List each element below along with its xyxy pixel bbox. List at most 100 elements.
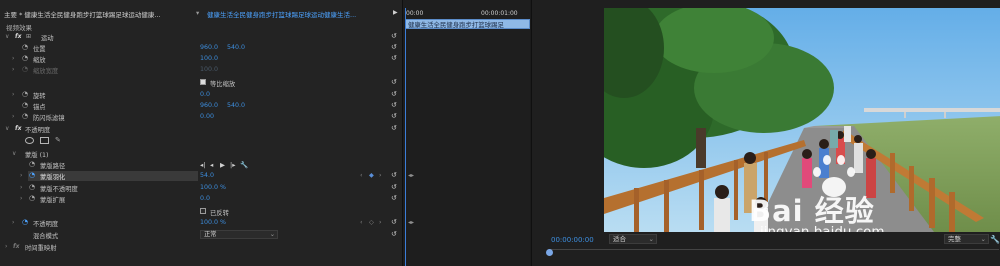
param-scale-row[interactable]: › ◔ 缩放 100.0 ↺ (0, 54, 403, 64)
param-opacity-row[interactable]: › ◔ 不透明度 100.0 % ‹ ◇ › ↺ (0, 218, 403, 228)
add-keyframe-icon[interactable]: ◆ (369, 172, 374, 179)
next-keyframe-icon[interactable]: › (379, 219, 382, 226)
chevron-down-icon[interactable]: ∨ (12, 150, 16, 157)
param-anti-flicker-row[interactable]: › ◔ 防闪烁滤镜 0.00 ↺ (0, 112, 403, 122)
param-rotation-row[interactable]: › ◔ 旋转 0.0 ↺ (0, 90, 403, 100)
anchor-x-value[interactable]: 960.0 (200, 102, 218, 109)
reset-icon[interactable]: ↺ (391, 78, 397, 86)
param-inverted-row[interactable]: 已反转 (0, 207, 403, 217)
master-source-label[interactable]: 主要 * 健康生活全民健身跑步打篮球踢足球运动健康... (4, 9, 161, 19)
stopwatch-icon[interactable]: ◔ (22, 101, 28, 109)
program-scrub-bar[interactable] (549, 249, 999, 250)
param-mask-expansion-row[interactable]: › ◔ 蒙版扩展 0.0 ↺ (0, 194, 403, 204)
chevron-down-icon[interactable]: ∨ (5, 125, 9, 132)
stopwatch-icon[interactable]: ◔ (22, 112, 28, 120)
stopwatch-icon[interactable]: ◔ (22, 54, 28, 62)
prev-keyframe-icon[interactable]: ‹ (360, 219, 363, 226)
chevron-right-icon[interactable]: › (20, 184, 22, 191)
stopwatch-icon[interactable]: ◔ (29, 160, 35, 168)
prev-keyframe-icon[interactable]: ‹ (360, 172, 363, 179)
blend-mode-select[interactable]: 正常 ⌄ (200, 230, 278, 239)
chevron-down-icon[interactable]: ▾ (196, 9, 199, 17)
fx-icon[interactable]: fx (15, 125, 21, 132)
transform-icon[interactable]: ⊞ (26, 33, 31, 40)
chevron-right-icon[interactable]: › (12, 91, 14, 98)
stopwatch-icon[interactable]: ◔ (22, 90, 28, 98)
reset-icon[interactable]: ↺ (391, 32, 397, 40)
program-playhead[interactable] (546, 249, 553, 256)
stopwatch-icon[interactable]: ◔ (29, 171, 35, 179)
next-keyframe-icon[interactable]: › (379, 172, 382, 179)
param-mask-opacity-row[interactable]: › ◔ 蒙版不透明度 100.0 % ↺ (0, 183, 403, 193)
stopwatch-icon[interactable]: ◔ (22, 218, 28, 226)
chevron-right-icon[interactable]: › (12, 219, 14, 226)
program-timecode[interactable]: 00:00:00:00 (551, 236, 594, 244)
reset-icon[interactable]: ↺ (391, 54, 397, 62)
mask-shape-tools-row[interactable]: ✎ (0, 136, 403, 146)
fx-icon[interactable]: fx (15, 33, 21, 40)
effect-motion-row[interactable]: ∨ fx ⊞ 运动 ↺ (0, 32, 403, 42)
effect-controls-timeline[interactable]: 00:00 00:00:01:00 健康生活全民健身跑步打篮球踢足 ◂▸ ◂▸ (403, 0, 530, 266)
pen-icon[interactable]: ✎ (55, 136, 61, 144)
scale-value[interactable]: 100.0 (200, 55, 218, 62)
mask-feather-value[interactable]: 54.0 (200, 172, 214, 179)
chevron-right-icon[interactable]: › (20, 172, 22, 179)
timeline-clip[interactable]: 健康生活全民健身跑步打篮球踢足 (405, 19, 530, 29)
fx-icon[interactable]: fx (13, 243, 19, 250)
reset-icon[interactable]: ↺ (391, 124, 397, 132)
chevron-right-icon[interactable]: › (5, 243, 7, 250)
reset-icon[interactable]: ↺ (391, 112, 397, 120)
play-icon[interactable]: ▶ (393, 9, 398, 16)
reset-icon[interactable]: ↺ (391, 230, 397, 238)
playback-resolution-select[interactable]: 完整 ⌄ (944, 234, 989, 244)
clip-selector[interactable]: 健康生活全民健身跑步打篮球踢足球运动健康生活... (207, 9, 356, 19)
wrench-icon[interactable]: 🔧 (240, 161, 248, 169)
ellipse-mask-icon[interactable] (25, 137, 34, 144)
stopwatch-icon[interactable]: ◔ (29, 194, 35, 202)
param-position-row[interactable]: ◔ 位置 960.0 540.0 ↺ (0, 43, 403, 53)
inverted-checkbox[interactable] (200, 208, 206, 214)
timeline-ruler[interactable]: 00:00 00:00:01:00 (403, 8, 530, 18)
effect-time-remap-row[interactable]: › fx 时间重映射 (0, 242, 403, 252)
add-keyframe-icon[interactable]: ◇ (369, 219, 374, 226)
chevron-down-icon[interactable]: ∨ (5, 33, 9, 40)
reset-icon[interactable]: ↺ (391, 43, 397, 51)
rotation-value[interactable]: 0.0 (200, 91, 210, 98)
mask-row[interactable]: ∨ 蒙版 (1) (0, 149, 403, 159)
reset-icon[interactable]: ↺ (391, 183, 397, 191)
mask-opacity-value[interactable]: 100.0 % (200, 184, 226, 191)
uniform-scale-checkbox[interactable] (200, 79, 206, 85)
play-icon[interactable]: ▶ (220, 161, 225, 169)
keyframe-marker-icon[interactable]: ◂▸ (408, 219, 414, 226)
param-mask-feather-row[interactable]: › ◔ 蒙版羽化 54.0 ‹ ◆ › ↺ (0, 171, 403, 181)
opacity-value[interactable]: 100.0 % (200, 219, 226, 226)
rectangle-mask-icon[interactable] (40, 137, 49, 144)
chevron-right-icon[interactable]: › (20, 195, 22, 202)
chevron-right-icon[interactable]: › (12, 55, 14, 62)
reset-icon[interactable]: ↺ (391, 194, 397, 202)
mask-expansion-value[interactable]: 0.0 (200, 195, 210, 202)
param-uniform-scale-row[interactable]: 等比缩放 ↺ (0, 78, 403, 88)
chevron-right-icon[interactable]: › (12, 113, 14, 120)
track-forward-icon[interactable]: |▸ (230, 161, 235, 169)
keyframe-marker-icon[interactable]: ◂▸ (408, 172, 414, 179)
effect-opacity-row[interactable]: ∨ fx 不透明度 ↺ (0, 124, 403, 134)
stopwatch-icon[interactable]: ◔ (29, 183, 35, 191)
step-backward-icon[interactable]: ◂ (210, 161, 213, 169)
anti-flicker-value[interactable]: 0.00 (200, 113, 214, 120)
zoom-fit-select[interactable]: 适合 ⌄ (609, 234, 657, 244)
wrench-icon[interactable]: 🔧 (990, 235, 1000, 244)
playhead[interactable] (405, 8, 406, 266)
stopwatch-icon[interactable]: ◔ (22, 43, 28, 51)
track-backward-icon[interactable]: ◂| (200, 161, 205, 169)
reset-icon[interactable]: ↺ (391, 171, 397, 179)
anchor-y-value[interactable]: 540.0 (227, 102, 245, 109)
reset-icon[interactable]: ↺ (391, 90, 397, 98)
position-y-value[interactable]: 540.0 (227, 44, 245, 51)
reset-icon[interactable]: ↺ (391, 218, 397, 226)
param-anchor-row[interactable]: ◔ 锚点 960.0 540.0 ↺ (0, 101, 403, 111)
param-blend-mode-row[interactable]: 混合模式 正常 ⌄ ↺ (0, 230, 403, 240)
param-mask-path-row[interactable]: ◔ 蒙版路径 ◂| ◂ ▶ |▸ 🔧 (0, 160, 403, 170)
position-x-value[interactable]: 960.0 (200, 44, 218, 51)
reset-icon[interactable]: ↺ (391, 101, 397, 109)
